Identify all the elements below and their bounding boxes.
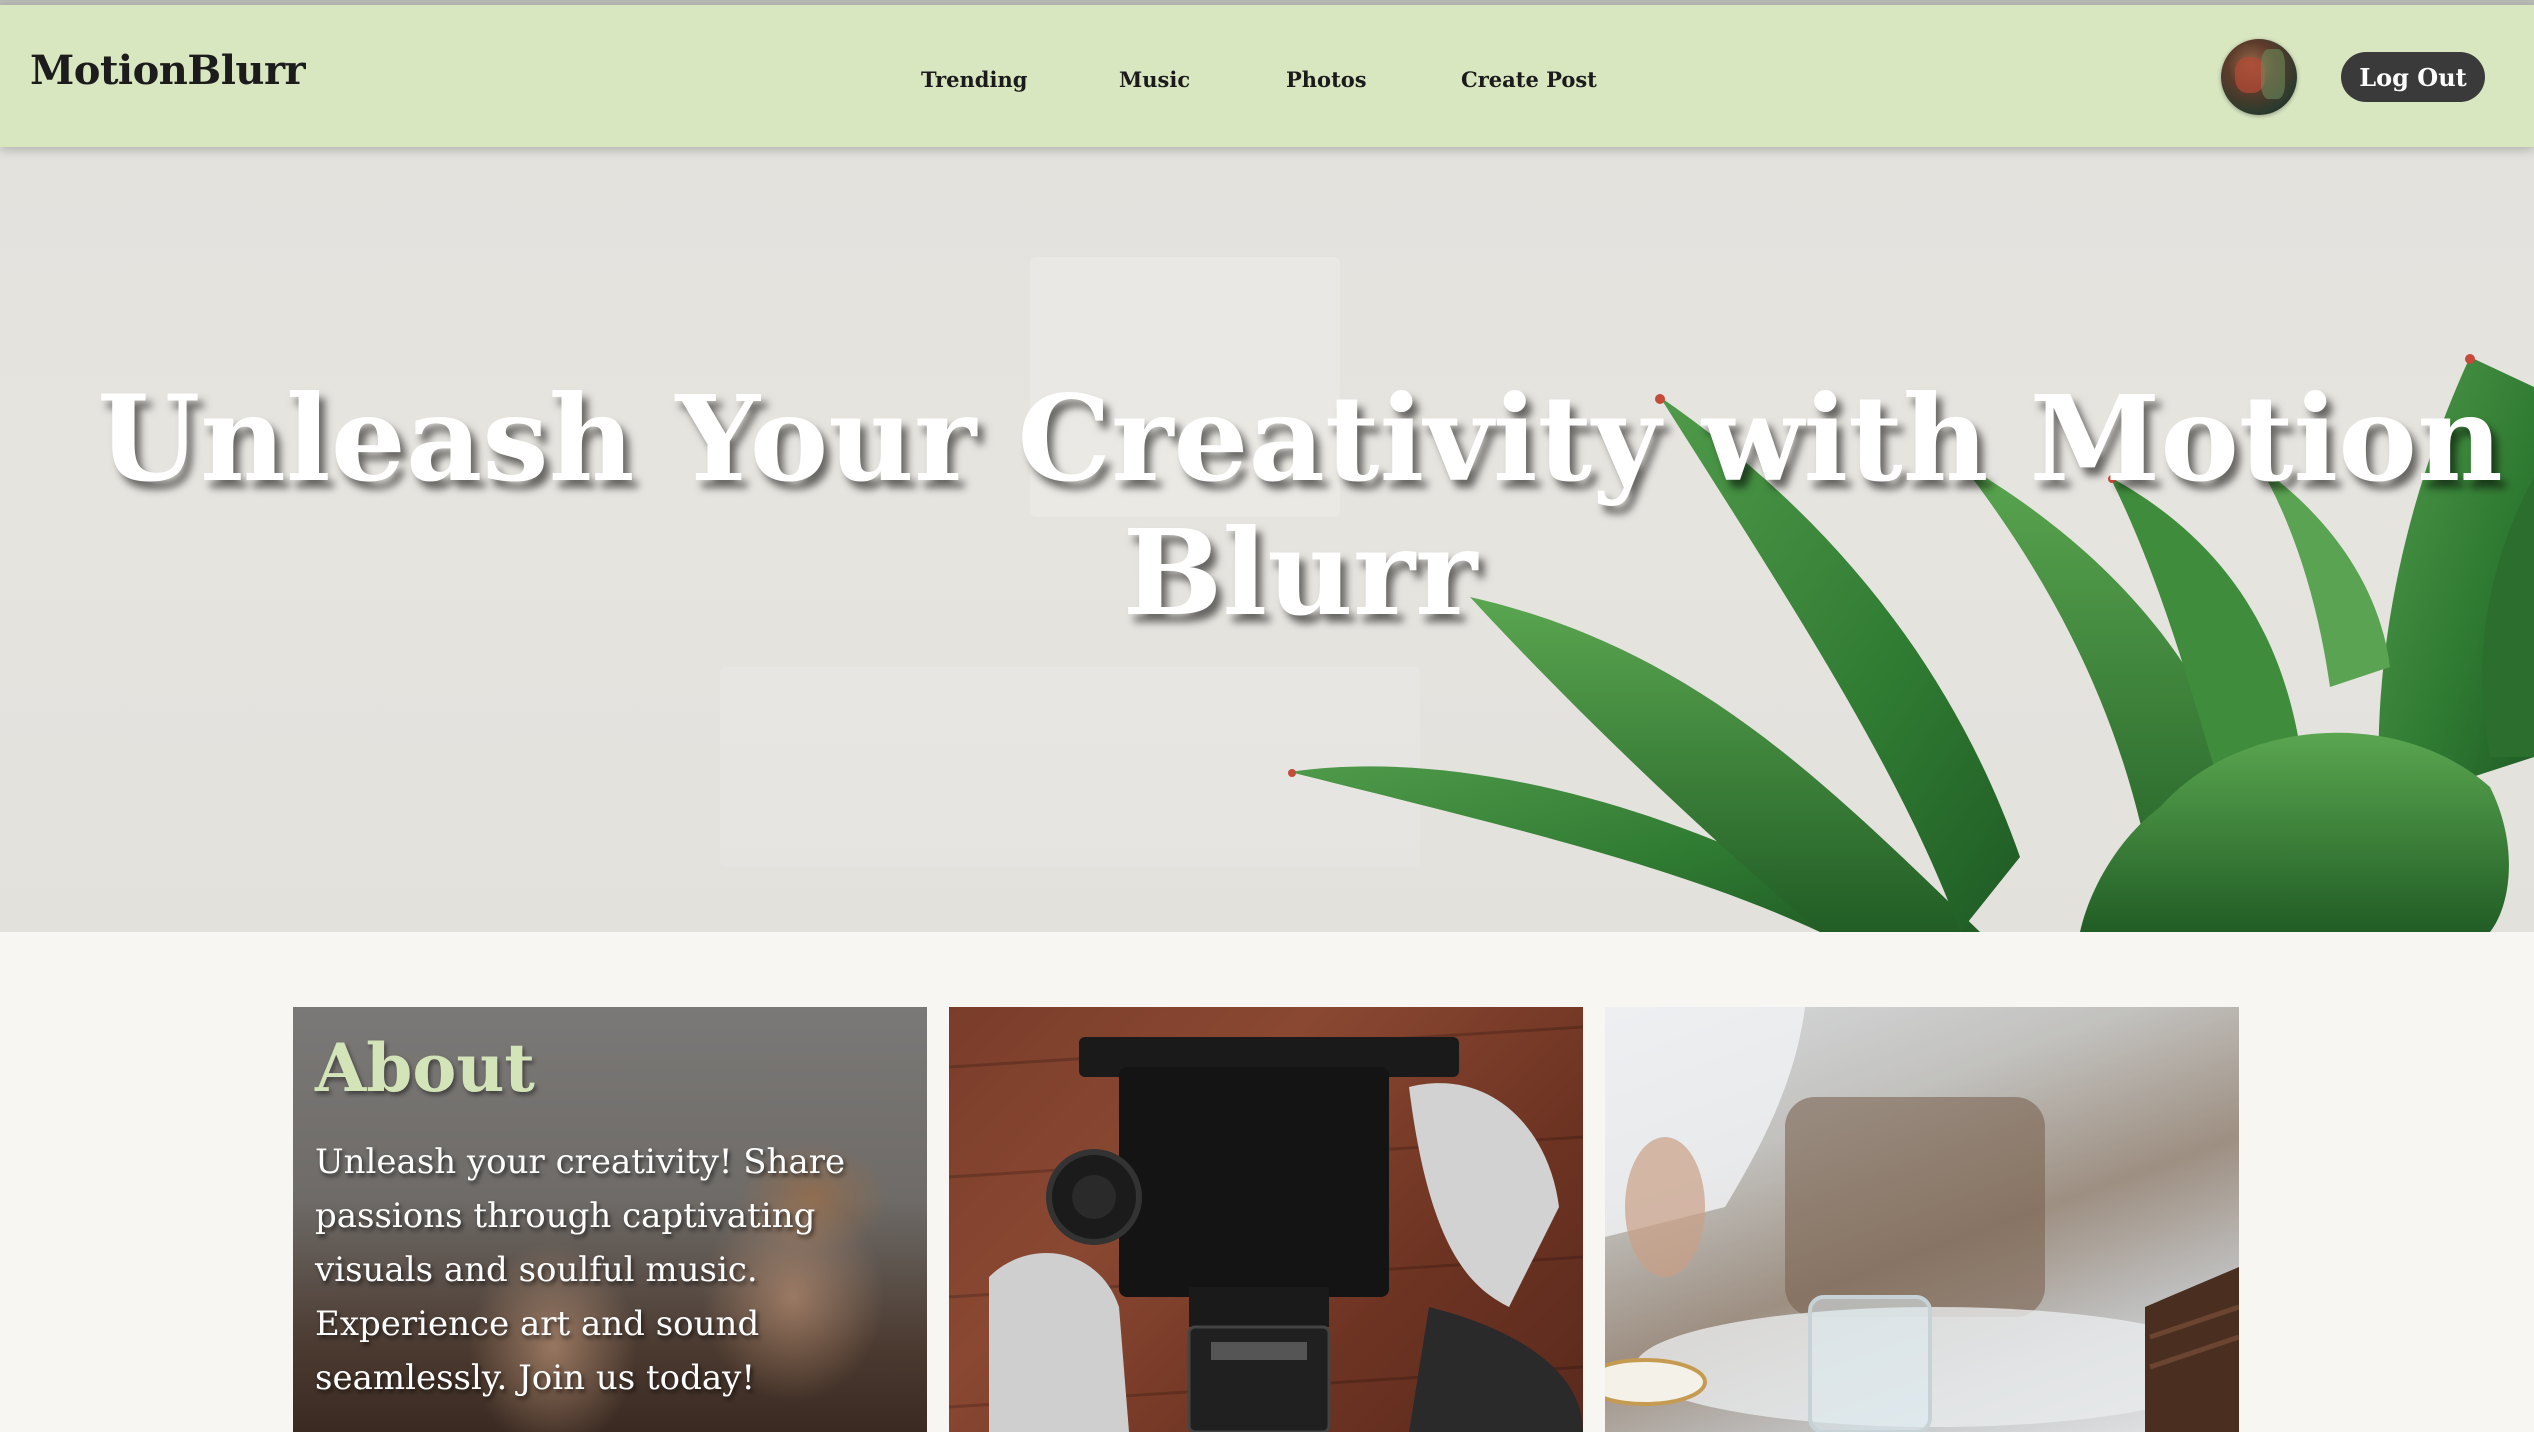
camera-photo xyxy=(949,1025,1583,1432)
cafe-photo-card[interactable] xyxy=(1605,1007,2239,1432)
nav-link-music[interactable]: Music xyxy=(1119,67,1190,92)
cafe-photo xyxy=(1605,1007,2239,1432)
nav-link-photos[interactable]: Photos xyxy=(1286,67,1367,92)
hero-banner: Unleash Your Creativity with Motion Blur… xyxy=(0,147,2534,932)
navbar: MotionBlurr Trending Music Photos Create… xyxy=(0,5,2534,147)
brand-logo[interactable]: MotionBlurr xyxy=(30,47,306,94)
about-text: Unleash your creativity! Share passions … xyxy=(315,1142,846,1398)
nav-link-trending[interactable]: Trending xyxy=(921,67,1027,92)
about-heading: About xyxy=(315,1029,535,1107)
user-avatar[interactable] xyxy=(2221,39,2297,115)
nav-link-create-post[interactable]: Create Post xyxy=(1461,67,1597,92)
hero-title: Unleash Your Creativity with Motion Blur… xyxy=(97,369,2503,642)
about-card: About Unleash your creativity! Share pas… xyxy=(293,1007,927,1432)
logout-button[interactable]: Log Out xyxy=(2341,52,2485,102)
camera-photo-card[interactable] xyxy=(949,1007,1583,1432)
